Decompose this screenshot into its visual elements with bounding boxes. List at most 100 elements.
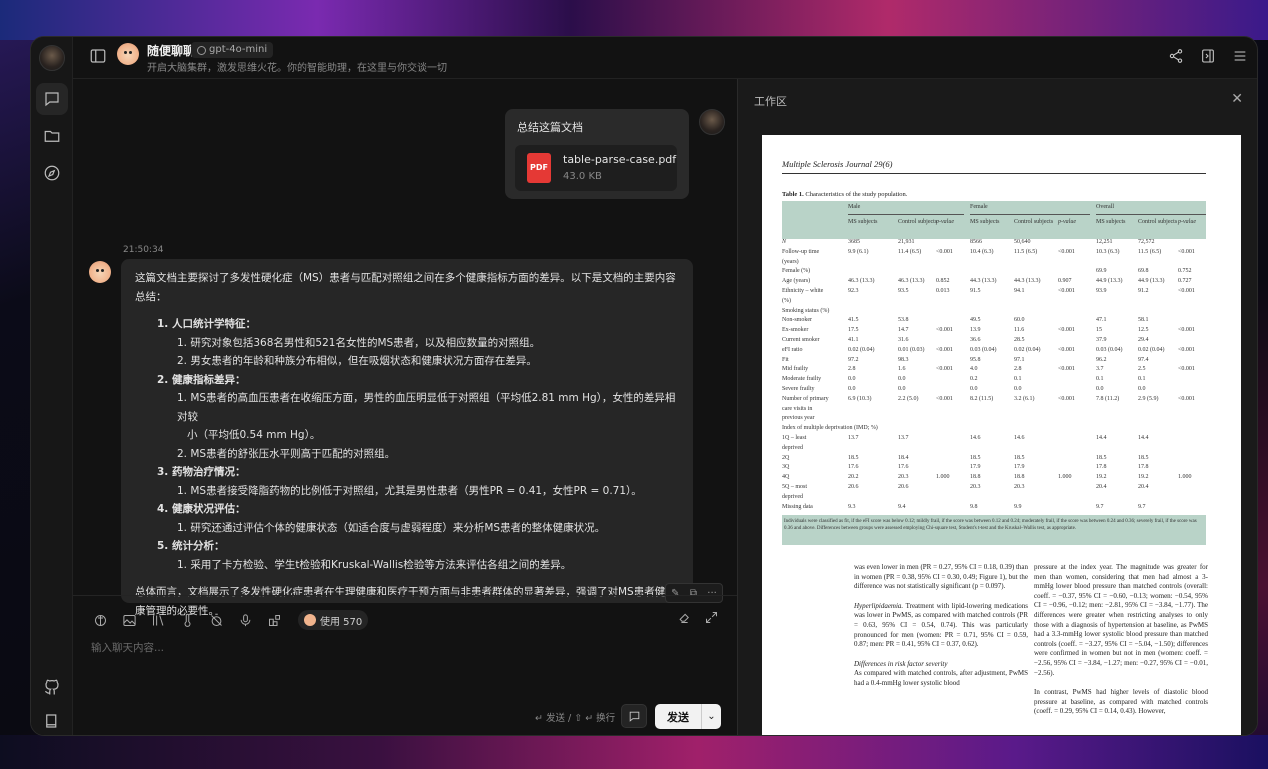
- table-cell: 0.752: [1178, 268, 1192, 275]
- expand-button[interactable]: [704, 610, 719, 629]
- table-cell: 18.5: [1138, 454, 1149, 461]
- table-caption-text: Characteristics of the study population.: [805, 191, 908, 198]
- table-cell: 97.4: [1138, 356, 1149, 363]
- reply-section-heading: 4. 健康状况评估：: [157, 503, 246, 515]
- temperature-button[interactable]: [178, 611, 196, 629]
- table-cell: 18.5: [970, 454, 981, 461]
- table-cell: 1.6: [898, 366, 906, 373]
- table-cell: 46.3 (13.3): [898, 278, 925, 285]
- voice-button[interactable]: [236, 611, 254, 629]
- image-upload-button[interactable]: [120, 611, 138, 629]
- table-cell: 14.6: [1014, 435, 1025, 441]
- table-cell: 20.2: [848, 474, 859, 481]
- table-body: N 3685 21,931 8566 50,640 12,251 72,572 Follow-…: [782, 239, 1206, 515]
- left-rail: [31, 37, 73, 735]
- table-cell: 10.4 (6.3): [970, 248, 994, 255]
- table-cell: 18.8: [1014, 474, 1025, 481]
- table-cell: 20.6: [848, 484, 859, 490]
- table-row-label: Index of multiple deprivation (IMD; %): [782, 425, 878, 432]
- file-size: 43.0 KB: [563, 171, 602, 182]
- chat-icon: [45, 92, 59, 107]
- chat-header: 随便聊聊 gpt-4o-mini 开启大脑集群，激发思维火花。你的智能助理，在这…: [73, 37, 1257, 79]
- table-cell: 2.5: [1138, 366, 1146, 373]
- send-options-dropdown[interactable]: ⌄: [701, 704, 721, 729]
- panel-left-icon: [90, 49, 106, 63]
- send-button-group: 发送 ⌄: [655, 704, 721, 729]
- usage-label: 使用 570: [320, 616, 363, 628]
- clear-button[interactable]: [677, 610, 692, 629]
- plugins-button[interactable]: [265, 611, 283, 629]
- table-row: Follow-up time 9.9 (6.1) 11.4 (6.5) <0.001 1…: [782, 249, 1206, 258]
- reply-section-heading: 3. 药物治疗情况：: [157, 466, 246, 478]
- file-attachment[interactable]: PDF table-parse-case.pdf 43.0 KB: [515, 145, 677, 191]
- table-cell: 11.6: [1014, 327, 1025, 334]
- table-cell: 0.0: [1138, 386, 1146, 392]
- table-cell: 0.03 (0.04): [970, 346, 997, 353]
- table-cell: 18.5: [848, 454, 859, 461]
- table-caption: Table 1. Characteristics of the study po…: [782, 191, 907, 198]
- workspace-close-button[interactable]: ✕: [1231, 91, 1243, 107]
- message-input[interactable]: 输入聊天内容...: [91, 640, 164, 655]
- menu-icon: [1234, 51, 1246, 61]
- table-cell: 28.5: [1014, 337, 1025, 343]
- table-cell: <0.001: [936, 327, 953, 334]
- table-cell: 37.9: [1096, 337, 1107, 343]
- menu-button[interactable]: [1231, 47, 1249, 65]
- chat-area: 总结这篇文档 PDF table-parse-case.pdf 43.0 KB …: [73, 79, 737, 617]
- table-cell: 2.8: [848, 366, 856, 373]
- table-row-label: deprived: [782, 493, 803, 500]
- table-cell: 9.3: [848, 503, 856, 510]
- send-button[interactable]: 发送: [655, 709, 701, 725]
- share-button[interactable]: [1167, 47, 1185, 65]
- table-cell: <0.001: [1058, 248, 1075, 255]
- table-row-label: Current smoker: [782, 337, 820, 343]
- table-cell: 19.2: [1096, 474, 1107, 481]
- github-button[interactable]: [36, 671, 68, 703]
- table-footnote: Individuals were classified as fit, if t…: [782, 515, 1206, 545]
- table-cell: <0.001: [1058, 395, 1075, 402]
- share-icon: [1169, 49, 1183, 63]
- image-icon: [122, 614, 136, 626]
- panel-right-button[interactable]: [1199, 47, 1217, 65]
- table-cell: 12.5: [1138, 327, 1149, 334]
- library-button[interactable]: [149, 611, 167, 629]
- reply-list-item: 1. 采用了卡方检验、学生t检验和Kruskal-Wallis检验等方法来评估各…: [177, 558, 572, 571]
- quick-chat-button[interactable]: [621, 704, 647, 728]
- table-cell: 50,640: [1014, 239, 1031, 245]
- composer: 使用 570 输入聊天内容... ↵ 发送 / ⇧ ↵ 换行 发送 ⌄: [73, 595, 737, 735]
- assistant-message: 这篇文档主要探讨了多发性硬化症（MS）患者与匹配对照组之间在多个健康指标方面的差…: [121, 259, 693, 617]
- table-row-label: 3Q: [782, 464, 790, 471]
- table-column-header: Control subjects: [898, 219, 938, 225]
- table-caption-label: Table 1.: [782, 191, 804, 198]
- docs-button[interactable]: [36, 705, 68, 735]
- table-row-label: previous year: [782, 415, 815, 422]
- document-preview[interactable]: Multiple Sclerosis Journal 29(6) Table 1…: [762, 135, 1241, 735]
- table-cell: <0.001: [936, 395, 953, 402]
- table-cell: 44.3 (13.3): [970, 278, 997, 285]
- table-row: (%): [782, 298, 1206, 307]
- table-cell: 7.8 (11.2): [1096, 395, 1120, 402]
- table-cell: <0.001: [936, 366, 953, 373]
- table-cell: 29.4: [1138, 337, 1149, 343]
- discover-nav-button[interactable]: [36, 157, 68, 189]
- table-cell: 0.907: [1058, 278, 1072, 285]
- model-badge[interactable]: gpt-4o-mini: [191, 42, 274, 58]
- table-cell: 60.0: [1014, 317, 1025, 324]
- table-cell: 14.7: [898, 327, 909, 334]
- table-row-label: Severe frailty: [782, 386, 815, 392]
- user-avatar[interactable]: [39, 45, 65, 71]
- table-cell: 9.4: [898, 503, 906, 510]
- table-row: 1Q – least 13.7 13.7 14.6 14.6 14.4 14.4: [782, 435, 1206, 444]
- usage-badge[interactable]: 使用 570: [298, 610, 369, 630]
- model-switch-button[interactable]: [91, 611, 109, 629]
- paragraph: In contrast, PwMS had higher levels of d…: [1034, 688, 1208, 716]
- timer-off-button[interactable]: [207, 611, 225, 629]
- table-cell: 20.6: [898, 484, 909, 490]
- sidebar-toggle-button[interactable]: [89, 47, 109, 67]
- table-cell: 41.1: [848, 337, 859, 343]
- table-cell: <0.001: [936, 346, 953, 353]
- files-nav-button[interactable]: [36, 120, 68, 152]
- chat-nav-button[interactable]: [36, 83, 68, 115]
- table-cell: 13.7: [848, 435, 859, 441]
- table-cell: 44.9 (13.3): [1096, 278, 1123, 285]
